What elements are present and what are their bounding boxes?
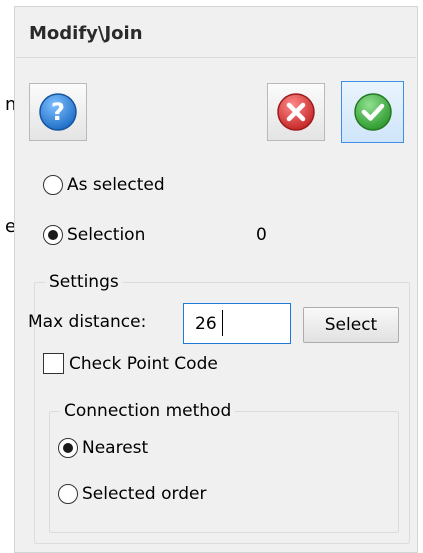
- radio-selection[interactable]: Selection: [43, 225, 145, 245]
- radio-circle: [58, 484, 78, 504]
- title-divider: [16, 57, 416, 58]
- radio-selected-order[interactable]: Selected order: [58, 484, 206, 504]
- radio-circle: [43, 225, 63, 245]
- radio-label: As selected: [67, 175, 165, 195]
- max-distance-label: Max distance:: [28, 312, 147, 332]
- radio-circle: [43, 175, 63, 195]
- cancel-button[interactable]: [267, 83, 325, 141]
- radio-nearest[interactable]: Nearest: [58, 438, 148, 458]
- checkbox-label: Check Point Code: [69, 353, 218, 374]
- radio-label: Selected order: [82, 484, 207, 504]
- svg-text:?: ?: [51, 98, 65, 126]
- help-button[interactable]: ?: [29, 83, 87, 141]
- settings-legend: Settings: [45, 271, 123, 293]
- radio-label: Selection: [67, 225, 146, 245]
- radio-selected-dot: [63, 443, 73, 453]
- max-distance-input[interactable]: [183, 303, 291, 344]
- connection-method-group: Connection method: [49, 400, 399, 533]
- radio-label: Nearest: [82, 438, 149, 458]
- help-question-icon: ?: [38, 92, 78, 132]
- ok-check-icon: [353, 92, 393, 132]
- connection-method-legend: Connection method: [60, 400, 236, 422]
- panel-title: Modify\Join: [29, 23, 143, 44]
- radio-as-selected[interactable]: As selected: [43, 175, 165, 195]
- selection-count: 0: [256, 225, 267, 245]
- checkbox-box: [43, 353, 64, 374]
- ok-button[interactable]: [341, 81, 404, 143]
- select-button[interactable]: Select: [303, 307, 399, 343]
- text-caret: [222, 310, 223, 336]
- radio-selected-dot: [48, 230, 58, 240]
- cancel-x-icon: [276, 92, 316, 132]
- check-point-code-checkbox[interactable]: Check Point Code: [43, 353, 218, 374]
- radio-circle: [58, 438, 78, 458]
